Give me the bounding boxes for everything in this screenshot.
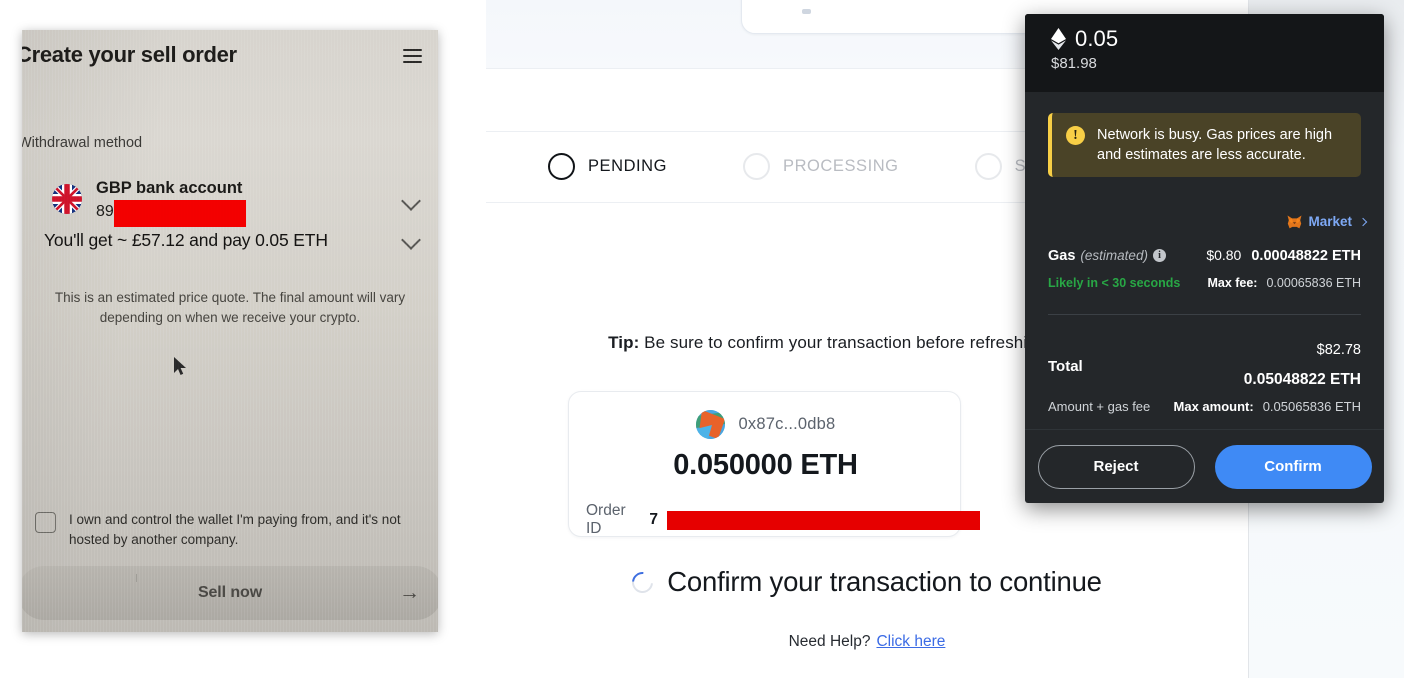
metamask-amount-row: 0.05 [1051,26,1358,52]
step-circle-icon [548,153,575,180]
metamask-header: 0.05 $81.98 [1025,14,1384,92]
need-help-label: Need Help? [788,633,871,650]
order-id-label: Order ID [586,502,626,537]
account-number-redaction [114,200,246,227]
gas-values: $0.80 0.00048822 ETH [1206,247,1361,264]
gas-eth-value: 0.00048822 ETH [1251,248,1361,264]
mouse-cursor-icon [174,357,187,376]
ethereum-icon [1051,28,1066,50]
arrow-right-icon: → [399,581,420,604]
need-help-link[interactable]: Click here [876,633,945,650]
max-amount-group: Max amount: 0.05065836 ETH [1174,399,1361,414]
gas-label-group: Gas (estimated) i [1048,248,1166,264]
chevron-down-icon[interactable] [401,191,421,211]
order-id-row: Order ID 7 [586,502,981,538]
order-summary-card: 0x87c...0db8 0.050000 ETH Order ID 7 [568,391,981,537]
confirm-button[interactable]: Confirm [1214,444,1372,489]
step-circle-icon [974,153,1002,180]
metamask-actions: Reject Confirm [1025,429,1384,503]
loading-spinner-icon [627,567,658,597]
button-tick-mark [136,574,137,582]
max-fee-value: 0.00065836 ETH [1266,276,1361,290]
screen-root: PENDING PROCESSING SENT Tip: Be sure to … [0,0,1404,678]
need-help-row: Need Help? Click here [486,633,1248,651]
total-label: Total [1048,358,1083,375]
order-id-redaction [667,510,981,530]
chevron-right-icon [1358,217,1368,226]
quote-summary: You'll get ~ £57.12 and pay 0.05 ETH [44,230,328,250]
account-number: 89 [96,203,114,220]
network-busy-alert-text: Network is busy. Gas prices are high and… [1097,127,1333,163]
metamask-amount-fiat: $81.98 [1051,55,1097,72]
account-name: GBP bank account [96,179,243,197]
order-amount: 0.050000 ETH [673,449,858,481]
ownership-checkbox-row[interactable]: I own and control the wallet I'm paying … [35,510,435,551]
step-label: PENDING [588,157,668,175]
total-sub-label: Amount + gas fee [1048,399,1151,414]
sell-now-button[interactable]: Sell now → [22,566,438,620]
max-fee-group: Max fee: 0.00065836 ETH [1207,276,1361,290]
sell-order-photo: Create your sell order Withdrawal method… [22,30,438,632]
reject-button[interactable]: Reject [1037,444,1195,489]
max-amount-value: 0.05065836 ETH [1262,399,1361,414]
gas-estimate-row: Gas (estimated) i $0.80 0.00048822 ETH [1048,247,1361,264]
gas-timing-row: Likely in < 30 seconds Max fee: 0.000658… [1048,276,1361,290]
step-processing[interactable]: PROCESSING [743,153,899,180]
wallet-address-row: 0x87c...0db8 [569,410,962,439]
ownership-checkbox-label: I own and control the wallet I'm paying … [69,512,401,548]
sell-now-label: Sell now [197,584,263,601]
withdrawal-method-label: Withdrawal method [22,135,143,151]
withdrawal-account-row[interactable]: GBP bank account 89 [22,170,438,234]
quote-note: This is an estimated price quote. The fi… [54,290,406,325]
max-amount-label: Max amount: [1173,399,1254,414]
market-gas-selector[interactable]: Market [1287,214,1368,229]
tip-prefix: Tip: [608,333,640,352]
gas-fiat-value: $0.80 [1206,247,1242,263]
gas-label: Gas [1048,247,1076,264]
wallet-avatar-icon [695,410,725,439]
wallet-address: 0x87c...0db8 [738,415,836,433]
order-id-value: 7 [649,511,659,528]
total-eth-value: 0.05048822 ETH [1243,371,1361,388]
gas-likely-time: Likely in < 30 seconds [1048,276,1181,290]
step-pending[interactable]: PENDING [548,153,667,180]
gas-estimated-note: (estimated) [1080,248,1148,263]
photo-page-title: Create your sell order [22,42,237,67]
metamask-divider [1048,314,1361,315]
metamask-fox-icon [1287,215,1302,229]
total-fiat-value: $82.78 [1316,342,1361,358]
metamask-confirm-panel: 0.05 $81.98 ! Network is busy. Gas price… [1025,14,1384,503]
top-card-placeholder-dot [802,9,811,14]
hamburger-icon[interactable] [403,49,422,67]
network-busy-alert: ! Network is busy. Gas prices are high a… [1048,113,1361,177]
metamask-amount-eth: 0.05 [1075,26,1119,51]
warning-icon: ! [1066,126,1085,145]
step-circle-icon [743,153,771,180]
uk-flag-icon [52,184,82,214]
info-icon[interactable]: i [1152,249,1166,262]
step-label: PROCESSING [783,157,899,175]
confirm-transaction-heading: Confirm your transaction to continue [486,566,1248,598]
max-fee-label: Max fee: [1207,276,1258,290]
ownership-checkbox[interactable] [35,512,56,533]
market-label: Market [1308,214,1352,229]
confirm-heading-text: Confirm your transaction to continue [667,566,1102,597]
